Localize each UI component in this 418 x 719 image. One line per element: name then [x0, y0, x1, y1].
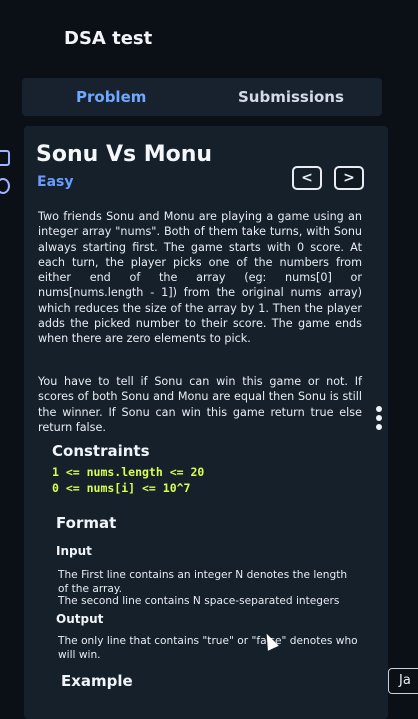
difficulty-badge: Easy	[37, 174, 74, 190]
prev-problem-button[interactable]: <	[292, 166, 322, 190]
format-heading: Format	[56, 514, 117, 532]
bookmark-icon[interactable]	[0, 150, 10, 166]
problem-title: Sonu Vs Monu	[36, 142, 213, 167]
app-title: DSA test	[64, 28, 153, 49]
input-description: The First line contains an integer N den…	[58, 569, 348, 595]
input-description: The second line contains N space-separat…	[58, 595, 340, 607]
problem-description: Two friends Sonu and Monu are playing a …	[38, 210, 362, 346]
problem-task: You have to tell if Sonu can win this ga…	[38, 375, 362, 434]
tab-bar: Problem Submissions	[22, 78, 382, 116]
output-heading: Output	[56, 612, 104, 626]
example-heading: Example	[61, 672, 133, 690]
next-problem-button[interactable]: >	[334, 166, 364, 190]
language-select-button[interactable]: Ja	[388, 668, 418, 694]
problem-panel: Sonu Vs Monu Easy < > Two friends Sonu a…	[24, 126, 388, 719]
input-heading: Input	[56, 544, 92, 558]
constraint-line: 0 <= nums[i] <= 10^7	[52, 481, 191, 495]
more-options-icon[interactable]	[376, 406, 382, 432]
tab-submissions[interactable]: Submissions	[238, 88, 344, 106]
constraint-line: 1 <= nums.length <= 20	[52, 465, 205, 479]
constraints-heading: Constraints	[52, 442, 150, 460]
tab-problem[interactable]: Problem	[76, 88, 146, 106]
output-description: The only line that contains "true" or "f…	[58, 635, 358, 661]
search-icon[interactable]	[0, 178, 10, 194]
